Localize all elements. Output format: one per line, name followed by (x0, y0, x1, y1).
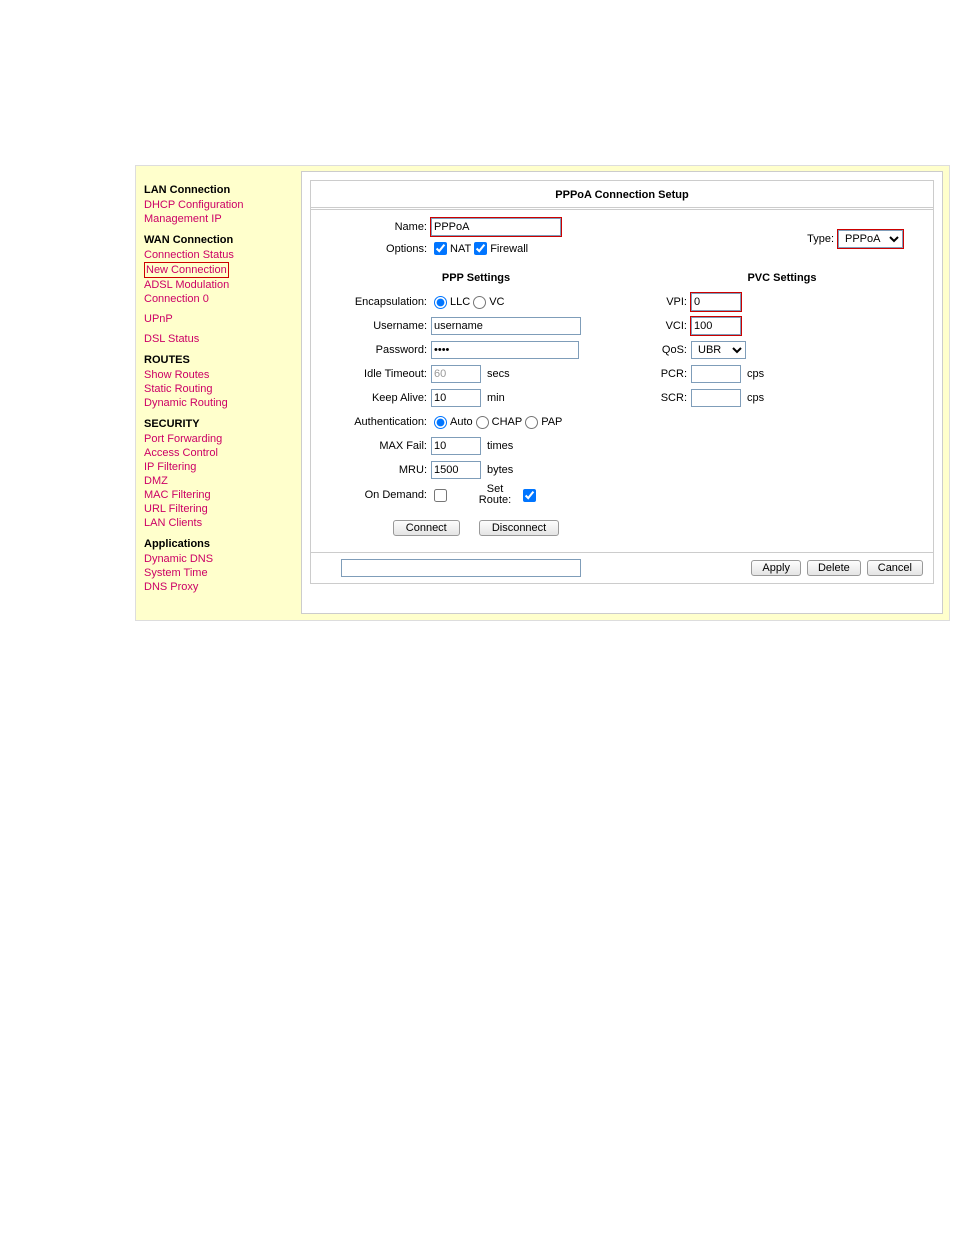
sidebar-item-lan-clients[interactable]: LAN Clients (144, 516, 293, 530)
encapsulation-vc-label: VC (489, 296, 504, 308)
auth-auto-label: Auto (450, 416, 473, 428)
scr-unit: cps (747, 392, 764, 404)
keep-alive-unit: min (487, 392, 505, 404)
max-fail-label: MAX Fail: (321, 440, 431, 452)
idle-timeout-label: Idle Timeout: (321, 368, 431, 380)
encapsulation-llc-label: LLC (450, 296, 470, 308)
sidebar-heading-wan: WAN Connection (144, 234, 293, 246)
sidebar-item-management-ip[interactable]: Management IP (144, 212, 293, 226)
disconnect-button[interactable]: Disconnect (479, 520, 559, 536)
connection-panel: PPPoA Connection Setup Name: Options: NA… (310, 180, 934, 584)
sidebar-heading-lan: LAN Connection (144, 184, 293, 196)
idle-timeout-unit: secs (487, 368, 510, 380)
auth-pap-radio[interactable] (525, 416, 538, 429)
sidebar-item-dsl-status[interactable]: DSL Status (144, 332, 293, 346)
panel-outer: PPPoA Connection Setup Name: Options: NA… (301, 171, 943, 614)
auth-chap-label: CHAP (492, 416, 523, 428)
sidebar-item-connection-status[interactable]: Connection Status (144, 248, 293, 262)
on-demand-label: On Demand: (321, 489, 431, 501)
app-frame: LAN Connection DHCP Configuration Manage… (135, 165, 950, 621)
auth-auto-radio[interactable] (434, 416, 447, 429)
firewall-checkbox[interactable] (474, 242, 487, 255)
encapsulation-llc-radio[interactable] (434, 296, 447, 309)
sidebar-heading-routes: ROUTES (144, 354, 293, 366)
keep-alive-label: Keep Alive: (321, 392, 431, 404)
encapsulation-vc-radio[interactable] (473, 296, 486, 309)
pvc-settings-column: PVC Settings VPI: VCI: QoS: (631, 272, 923, 548)
sidebar-item-mac-filtering[interactable]: MAC Filtering (144, 488, 293, 502)
auth-chap-radio[interactable] (476, 416, 489, 429)
sidebar-heading-security: SECURITY (144, 418, 293, 430)
ppp-settings-heading: PPP Settings (321, 272, 631, 284)
auth-pap-label: PAP (541, 416, 562, 428)
username-label: Username: (321, 320, 431, 332)
sidebar-item-dns-proxy[interactable]: DNS Proxy (144, 580, 293, 594)
panel-title: PPPoA Connection Setup (311, 181, 933, 210)
sidebar-item-system-time[interactable]: System Time (144, 566, 293, 580)
mru-input[interactable] (431, 461, 481, 479)
sidebar-item-dynamic-dns[interactable]: Dynamic DNS (144, 552, 293, 566)
set-route-label: Set Route: (470, 484, 520, 506)
sidebar-item-ip-filtering[interactable]: IP Filtering (144, 460, 293, 474)
encapsulation-label: Encapsulation: (321, 296, 431, 308)
password-label: Password: (321, 344, 431, 356)
sidebar-item-url-filtering[interactable]: URL Filtering (144, 502, 293, 516)
type-label: Type: (807, 233, 838, 245)
status-message-input[interactable] (341, 559, 581, 577)
set-route-checkbox[interactable] (523, 489, 536, 502)
cancel-button[interactable]: Cancel (867, 560, 923, 576)
sidebar-item-show-routes[interactable]: Show Routes (144, 368, 293, 382)
sidebar: LAN Connection DHCP Configuration Manage… (136, 166, 301, 620)
options-label: Options: (321, 243, 431, 255)
sidebar-item-dynamic-routing[interactable]: Dynamic Routing (144, 396, 293, 410)
pcr-label: PCR: (641, 368, 691, 380)
qos-label: QoS: (641, 344, 691, 356)
keep-alive-input[interactable] (431, 389, 481, 407)
main-area: PPPoA Connection Setup Name: Options: NA… (301, 166, 949, 620)
sidebar-item-static-routing[interactable]: Static Routing (144, 382, 293, 396)
sidebar-item-dhcp-configuration[interactable]: DHCP Configuration (144, 198, 293, 212)
qos-select[interactable]: UBR (691, 341, 746, 359)
idle-timeout-input[interactable] (431, 365, 481, 383)
sidebar-item-connection-0[interactable]: Connection 0 (144, 292, 293, 306)
scr-input[interactable] (691, 389, 741, 407)
footer-row: Apply Delete Cancel (311, 552, 933, 583)
scr-label: SCR: (641, 392, 691, 404)
sidebar-item-port-forwarding[interactable]: Port Forwarding (144, 432, 293, 446)
nat-checkbox[interactable] (434, 242, 447, 255)
pcr-unit: cps (747, 368, 764, 380)
username-input[interactable] (431, 317, 581, 335)
mru-unit: bytes (487, 464, 513, 476)
sidebar-item-new-connection[interactable]: New Connection (144, 262, 229, 278)
password-input[interactable] (431, 341, 579, 359)
max-fail-input[interactable] (431, 437, 481, 455)
nat-label: NAT (450, 243, 471, 255)
vpi-label: VPI: (641, 296, 691, 308)
mru-label: MRU: (321, 464, 431, 476)
vpi-input[interactable] (691, 293, 741, 311)
pvc-settings-heading: PVC Settings (641, 272, 923, 284)
on-demand-checkbox[interactable] (434, 489, 447, 502)
apply-button[interactable]: Apply (751, 560, 801, 576)
pcr-input[interactable] (691, 365, 741, 383)
sidebar-item-adsl-modulation[interactable]: ADSL Modulation (144, 278, 293, 292)
sidebar-item-dmz[interactable]: DMZ (144, 474, 293, 488)
sidebar-item-upnp[interactable]: UPnP (144, 312, 293, 326)
max-fail-unit: times (487, 440, 513, 452)
vci-input[interactable] (691, 317, 741, 335)
vci-label: VCI: (641, 320, 691, 332)
firewall-label: Firewall (490, 243, 528, 255)
authentication-label: Authentication: (321, 416, 431, 428)
name-label: Name: (321, 221, 431, 233)
type-select[interactable]: PPPoA (838, 230, 903, 248)
sidebar-item-access-control[interactable]: Access Control (144, 446, 293, 460)
name-input[interactable] (431, 218, 561, 236)
ppp-settings-column: PPP Settings Encapsulation: LLC VC (321, 272, 631, 548)
connect-button[interactable]: Connect (393, 520, 460, 536)
delete-button[interactable]: Delete (807, 560, 861, 576)
sidebar-heading-applications: Applications (144, 538, 293, 550)
